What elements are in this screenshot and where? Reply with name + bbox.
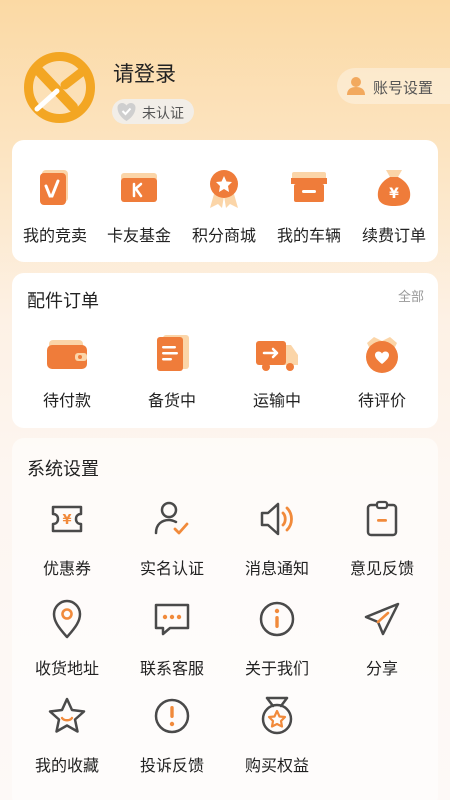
settings-item-complaints[interactable]: 投诉反馈: [127, 692, 217, 776]
settings-item-feedback[interactable]: 意见反馈: [337, 495, 427, 579]
settings-item-label: 分享: [365, 659, 398, 678]
settings-item-label: 购买权益: [244, 756, 309, 775]
settings-item-label: 消息通知: [244, 559, 309, 578]
verify-check-icon: [115, 100, 138, 123]
quick-item-label: 我的车辆: [276, 226, 341, 245]
profile-header: 请登录 未认证 账号设置: [0, 0, 450, 140]
document-icon: [148, 329, 196, 377]
settings-item-label: 投诉反馈: [139, 756, 204, 775]
settings-item-customer-service[interactable]: 联系客服: [127, 595, 217, 679]
settings-item-purchase-benefits[interactable]: 购买权益: [232, 692, 322, 776]
svg-text:¥: ¥: [62, 513, 71, 528]
system-settings-card: 系统设置 ¥ 优惠券 实名认证 消息通知 意见反馈 收货地址 联系客服 关于我们…: [12, 438, 438, 800]
order-status-in-transit[interactable]: 运输中: [232, 329, 322, 411]
location-pin-icon: [43, 595, 91, 643]
quick-item-auction[interactable]: 我的竞卖: [10, 164, 100, 246]
auth-status-badge[interactable]: 未认证: [112, 99, 194, 124]
settings-item-label: 我的收藏: [34, 756, 99, 775]
settings-item-label: 联系客服: [139, 659, 204, 678]
order-status-preparing[interactable]: 备货中: [127, 329, 217, 411]
settings-item-label: 收货地址: [34, 659, 99, 678]
settings-title: 系统设置: [27, 459, 99, 480]
clipboard-icon: [358, 495, 406, 543]
badge-medal-icon: [253, 692, 301, 740]
quick-item-label: 续费订单: [361, 226, 426, 245]
fund-card-icon: [115, 164, 163, 212]
order-status-label: 备货中: [147, 391, 196, 410]
settings-item-about-us[interactable]: 关于我们: [232, 595, 322, 679]
settings-item-label: 意见反馈: [349, 559, 414, 578]
share-plane-icon: [358, 595, 406, 643]
user-verify-icon: [148, 495, 196, 543]
vehicle-shop-icon: [285, 164, 333, 212]
quick-item-points-mall[interactable]: 积分商城: [179, 164, 269, 246]
settings-item-notifications[interactable]: 消息通知: [232, 495, 322, 579]
orders-title: 配件订单: [27, 291, 99, 312]
brand-logo-icon[interactable]: [23, 51, 96, 124]
profile-page: 请登录 未认证 账号设置 我的竞卖 卡友基金 积分商城 我的车辆 ¥ 续费订单 …: [0, 0, 450, 800]
settings-item-label: 实名认证: [139, 559, 204, 578]
quick-item-label: 积分商城: [191, 226, 256, 245]
money-bag-icon: ¥: [370, 164, 418, 212]
quick-menu-card: 我的竞卖 卡友基金 积分商城 我的车辆 ¥ 续费订单: [12, 140, 438, 262]
settings-item-label: 关于我们: [244, 659, 309, 678]
truck-icon: [253, 329, 301, 377]
account-settings-label: 账号设置: [373, 79, 434, 97]
settings-item-label: 优惠券: [42, 559, 91, 578]
chat-bubble-icon: [148, 595, 196, 643]
settings-item-real-name[interactable]: 实名认证: [127, 495, 217, 579]
quick-item-label: 我的竞卖: [22, 226, 87, 245]
login-link[interactable]: 请登录: [113, 58, 176, 88]
order-status-to-review[interactable]: 待评价: [337, 329, 427, 411]
auction-icon: [31, 164, 79, 212]
alert-icon: [148, 692, 196, 740]
order-status-label: 待付款: [42, 391, 91, 410]
wallet-icon: [43, 329, 91, 377]
account-settings-button[interactable]: 账号设置: [337, 68, 450, 104]
parts-orders-card: 配件订单 全部 待付款 备货中 运输中 待评价: [12, 273, 438, 428]
order-status-label: 运输中: [252, 391, 301, 410]
quick-item-vehicles[interactable]: 我的车辆: [264, 164, 354, 246]
quick-item-fund[interactable]: 卡友基金: [94, 164, 184, 246]
quick-item-label: 卡友基金: [106, 226, 171, 245]
order-status-label: 待评价: [357, 391, 406, 410]
star-icon: [43, 692, 91, 740]
coupon-icon: ¥: [43, 495, 91, 543]
settings-item-share[interactable]: 分享: [337, 595, 427, 679]
settings-item-favorites[interactable]: 我的收藏: [22, 692, 112, 776]
view-all-orders-link[interactable]: 全部: [398, 286, 424, 305]
auth-status-text: 未认证: [142, 106, 184, 122]
person-icon: [346, 76, 366, 96]
rating-icon: [358, 329, 406, 377]
quick-item-renewal-orders[interactable]: ¥ 续费订单: [349, 164, 439, 246]
settings-item-address[interactable]: 收货地址: [22, 595, 112, 679]
speaker-icon: [253, 495, 301, 543]
order-status-pending-payment[interactable]: 待付款: [22, 329, 112, 411]
medal-icon: [200, 164, 248, 212]
svg-text:¥: ¥: [389, 186, 399, 202]
settings-item-coupons[interactable]: ¥ 优惠券: [22, 495, 112, 579]
info-icon: [253, 595, 301, 643]
